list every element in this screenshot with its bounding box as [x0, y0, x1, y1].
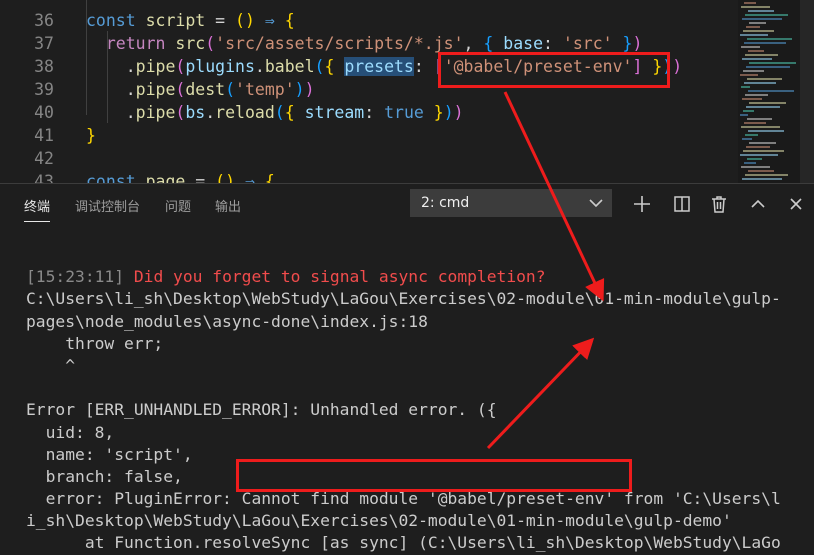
line-number: 36 — [34, 11, 54, 30]
tab-output[interactable]: 输出 — [215, 196, 241, 215]
new-terminal-button[interactable] — [630, 192, 654, 216]
terminal-line: [15:23:11] Did you forget to signal asyn… — [26, 267, 546, 287]
annotation-box-presets — [438, 52, 670, 88]
terminal-select[interactable]: 2: cmd — [410, 189, 612, 217]
terminal-line: at Function.resolveSync [as sync] (C:\Us… — [26, 533, 781, 553]
line-number: 38 — [34, 57, 54, 76]
terminal-line: i_sh\Desktop\WebStudy\LaGou\Exercises\02… — [26, 511, 732, 531]
code-text: .pipe(bs.reload({ stream: true })) — [86, 103, 464, 122]
code-text: const script = () ⇒ { — [86, 11, 295, 30]
split-terminal-button[interactable] — [670, 192, 694, 216]
terminal-line: throw err; — [26, 333, 164, 353]
kill-terminal-button[interactable] — [707, 192, 731, 216]
tab-problems[interactable]: 问题 — [165, 196, 191, 215]
code-editor[interactable]: 36 const script = () ⇒ {37 return src('sr… — [0, 0, 814, 183]
chevron-up-icon — [751, 199, 765, 208]
terminal-line: uid: 8, — [26, 422, 115, 442]
terminal-line: C:\Users\li_sh\Desktop\WebStudy\LaGou\Ex… — [26, 289, 781, 309]
maximize-panel-button[interactable] — [746, 192, 770, 216]
annotation-box-error — [236, 459, 632, 492]
line-number: 39 — [34, 80, 54, 99]
terminal-output[interactable]: [15:23:11] Did you forget to signal asyn… — [26, 244, 814, 555]
terminal-line: pages\node_modules\async-done\index.js:1… — [26, 311, 428, 331]
tab-debug-console[interactable]: 调试控制台 — [75, 196, 140, 215]
terminal-line: ^ — [26, 355, 76, 375]
split-icon — [674, 196, 690, 212]
minimap[interactable] — [738, 0, 800, 183]
code-text: const page = () ⇒ { — [86, 172, 275, 183]
plus-icon — [634, 196, 650, 212]
close-panel-button[interactable] — [784, 192, 808, 216]
tab-terminal[interactable]: 终端 — [24, 196, 51, 222]
trash-icon — [712, 196, 726, 213]
line-number: 43 — [34, 172, 54, 183]
terminal-line: Error [ERR_UNHANDLED_ERROR]: Unhandled e… — [26, 400, 497, 420]
code-text: .pipe(dest('temp')) — [86, 80, 315, 99]
line-number: 40 — [34, 103, 54, 122]
editor-scrollbar[interactable] — [800, 0, 814, 183]
line-number: 41 — [34, 126, 54, 145]
chevron-down-icon — [589, 199, 603, 208]
line-number: 37 — [34, 34, 54, 53]
close-icon — [790, 198, 802, 210]
terminal-select-value: 2: cmd — [421, 195, 470, 211]
code-text: } — [86, 126, 96, 145]
line-number: 42 — [34, 149, 54, 168]
